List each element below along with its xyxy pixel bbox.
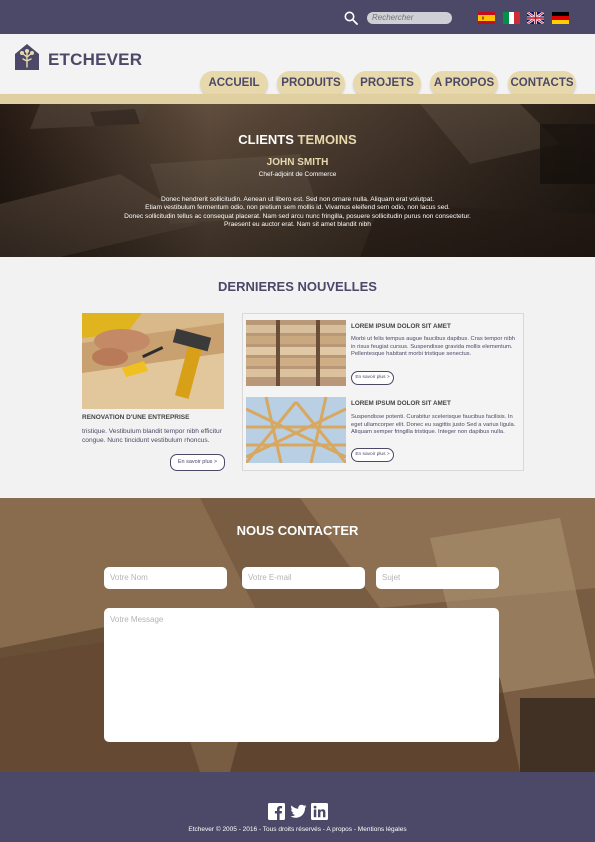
roof-framing-image[interactable] [246, 397, 346, 463]
quote-line: Donec hendrerit sollicitudin. Aenean ut … [160, 196, 435, 203]
news-item-text: Morbi ut felis tempus augue faucibus dap… [351, 336, 516, 357]
name-field[interactable]: Votre Nom [104, 567, 227, 589]
feature-article-title[interactable]: RENOVATION D'UNE ENTREPRISE [82, 414, 189, 421]
testimonial-author-role: Chef-adjoint de Commerce [258, 171, 337, 178]
testimonials-title-part2: TEMOINS [297, 132, 357, 147]
read-more-button[interactable]: En savoir plus > [170, 454, 225, 471]
house-tree-logo-icon[interactable] [14, 43, 40, 71]
news-title: DERNIERES NOUVELLES [218, 279, 377, 294]
testimonials-title-part1: CLIENTS [238, 132, 294, 147]
contact-title: NOUS CONTACTER [236, 523, 359, 538]
testimonials-title: CLIENTS TEMOINS [0, 132, 595, 147]
facebook-icon[interactable] [268, 803, 285, 820]
top-bar [0, 0, 595, 34]
uk-flag-icon[interactable] [527, 12, 544, 24]
linkedin-icon[interactable] [311, 803, 328, 820]
nav-projets[interactable]: PROJETS [353, 71, 421, 96]
site-header: ETCHEVER ACCUEIL PRODUITS PROJETS A PROP… [0, 34, 595, 96]
quote-line: Etiam vestibulum fermentum odio, non pre… [145, 204, 450, 212]
brand-name[interactable]: ETCHEVER [48, 50, 142, 70]
news-item-title[interactable]: LOREM IPSUM DOLOR SIT AMET [351, 400, 451, 407]
footer-copyright[interactable]: Etchever © 2005 - 2016 - Tous droits rés… [0, 826, 595, 833]
search-icon[interactable] [344, 11, 358, 25]
news-item-text: Suspendisse potenti. Curabitur scelerisq… [351, 414, 516, 435]
german-flag-icon[interactable] [552, 12, 569, 24]
desk-background-image [0, 104, 595, 257]
quote-line: Praesent eu auctor erat. Nam sit amet bl… [224, 221, 371, 229]
carpenter-measuring-image[interactable] [82, 313, 224, 409]
nav-a-propos[interactable]: A PROPOS [430, 71, 498, 96]
contact-section: NOUS CONTACTER Votre Nom Votre E-mail Su… [0, 498, 595, 772]
search-input[interactable] [367, 12, 452, 24]
message-field[interactable]: Votre Message [104, 608, 499, 742]
testimonials-section: CLIENTS TEMOINS JOHN SMITH Chef-adjoint … [0, 104, 595, 257]
email-field[interactable]: Votre E-mail [242, 567, 365, 589]
nav-contacts[interactable]: CONTACTS [508, 71, 576, 96]
site-footer: Etchever © 2005 - 2016 - Tous droits rés… [0, 772, 595, 842]
news-section: DERNIERES NOUVELLES RENOVATION D'UNE ENT… [0, 257, 595, 498]
italian-flag-icon[interactable] [503, 12, 520, 24]
lumber-stack-image[interactable] [246, 320, 346, 386]
nav-accueil[interactable]: ACCUEIL [200, 71, 268, 96]
read-more-button[interactable]: En savoir plus > [351, 371, 394, 385]
quote-line: Donec sollicitudin tellus ac consequat p… [124, 212, 471, 220]
subject-field[interactable]: Sujet [376, 567, 499, 589]
testimonial-quote: Donec hendrerit sollicitudin. Aenean ut … [95, 196, 500, 230]
news-item-title[interactable]: LOREM IPSUM DOLOR SIT AMET [351, 323, 451, 330]
twitter-icon[interactable] [290, 803, 307, 820]
testimonial-author-name: JOHN SMITH [266, 157, 329, 168]
spanish-flag-icon[interactable] [478, 12, 495, 24]
header-divider [0, 94, 595, 104]
nav-produits[interactable]: PRODUITS [277, 71, 345, 96]
feature-article-text: tristique. Vestibulum blandit tempor nib… [82, 428, 222, 444]
read-more-button[interactable]: En savoir plus > [351, 448, 394, 462]
